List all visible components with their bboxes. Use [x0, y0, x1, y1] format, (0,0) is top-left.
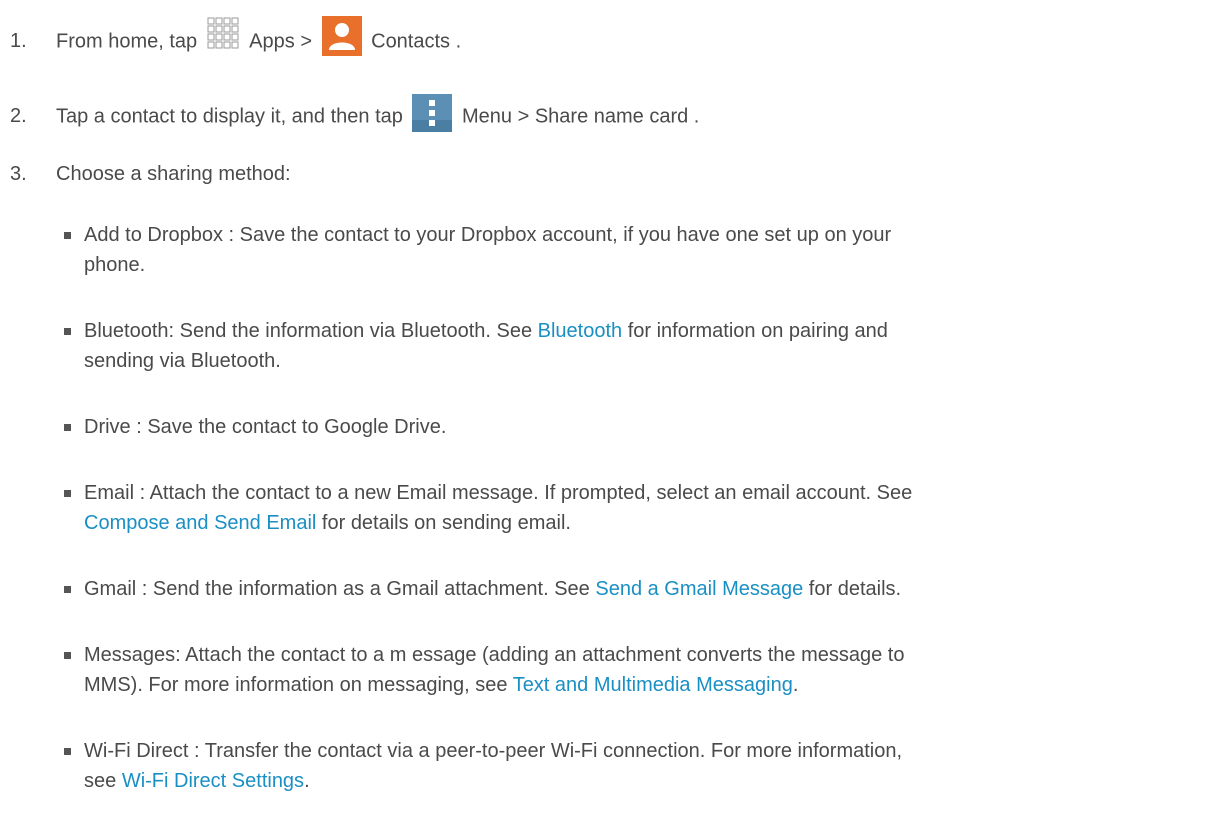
compose-send-email-link[interactable]: Compose and Send Email	[84, 512, 316, 534]
bullet-marker	[64, 490, 71, 497]
step-text: From home, tap	[56, 30, 203, 53]
bullet-text: sending via Bluetooth.	[84, 350, 281, 372]
step-2: 2. Tap a contact to display it, and then …	[10, 94, 700, 136]
wifi-direct-settings-link[interactable]: Wi-Fi Direct Settings	[122, 770, 304, 792]
list-item-gmail: Gmail : Send the information as a Gmail …	[64, 574, 1204, 604]
list-item-drive: Drive : Save the contact to Google Drive…	[64, 412, 1204, 442]
step-number: 2.	[10, 105, 27, 128]
bullet-marker	[64, 748, 71, 755]
step-3: 3. Choose a sharing method:	[10, 159, 291, 189]
text-multimedia-messaging-link[interactable]: Text and Multimedia Messaging	[513, 674, 793, 696]
bullet-text: Email : Attach the contact to a new Emai…	[84, 482, 913, 504]
list-item-wifi-direct: Wi-Fi Direct : Transfer the contact via …	[64, 736, 1204, 796]
bullet-text: for details on sending email.	[316, 512, 571, 534]
step-text: Menu > Share name card .	[456, 105, 700, 128]
menu-icon	[412, 94, 453, 132]
step-text: Contacts .	[365, 30, 462, 53]
bullet-text: phone.	[84, 254, 146, 276]
bullet-text: for details.	[803, 578, 902, 600]
bullet-text: Add to Dropbox : Save the contact to you…	[84, 224, 892, 246]
bullet-marker	[64, 424, 71, 431]
bullet-marker	[64, 328, 71, 335]
bullet-text: for information on pairing and	[622, 320, 888, 342]
bullet-text: Drive : Save the contact to Google Drive…	[84, 416, 447, 438]
list-item-email: Email : Attach the contact to a new Emai…	[64, 478, 1204, 538]
bullet-text: Messages: Attach the contact to a m essa…	[84, 644, 905, 666]
instruction-page: 1. From home, tap Apps > Contacts . 2. Tap…	[0, 0, 1212, 823]
contacts-icon	[321, 16, 362, 56]
bullet-marker	[64, 652, 71, 659]
bullet-marker	[64, 232, 71, 239]
step-1: 1. From home, tap Apps > Contacts .	[10, 16, 462, 62]
bullet-text: .	[304, 770, 310, 792]
step-text: Apps >	[244, 30, 318, 53]
list-item-messages: Messages: Attach the contact to a m essa…	[64, 640, 1204, 700]
bullet-text: .	[792, 674, 799, 696]
step-number: 3.	[10, 163, 27, 185]
apps-grid-icon	[207, 17, 239, 49]
step-number: 1.	[10, 30, 27, 53]
bullet-text: MMS). For more information on messaging,…	[84, 674, 513, 696]
bullet-text: Bluetooth: Send the information via Blue…	[84, 320, 538, 342]
bullet-text: Wi-Fi Direct : Transfer the contact via …	[84, 740, 903, 762]
list-item-dropbox: Add to Dropbox : Save the contact to you…	[64, 220, 1204, 280]
step-text: Choose a sharing method:	[56, 163, 291, 185]
bluetooth-link[interactable]: Bluetooth	[538, 320, 623, 342]
send-gmail-message-link[interactable]: Send a Gmail Message	[595, 578, 803, 600]
step-text: Tap a contact to display it, and then ta…	[56, 105, 409, 128]
bullet-text: see	[84, 770, 122, 792]
list-item-bluetooth: Bluetooth: Send the information via Blue…	[64, 316, 1204, 376]
bullet-marker	[64, 586, 71, 593]
bullet-text: Gmail : Send the information as a Gmail …	[84, 578, 596, 600]
